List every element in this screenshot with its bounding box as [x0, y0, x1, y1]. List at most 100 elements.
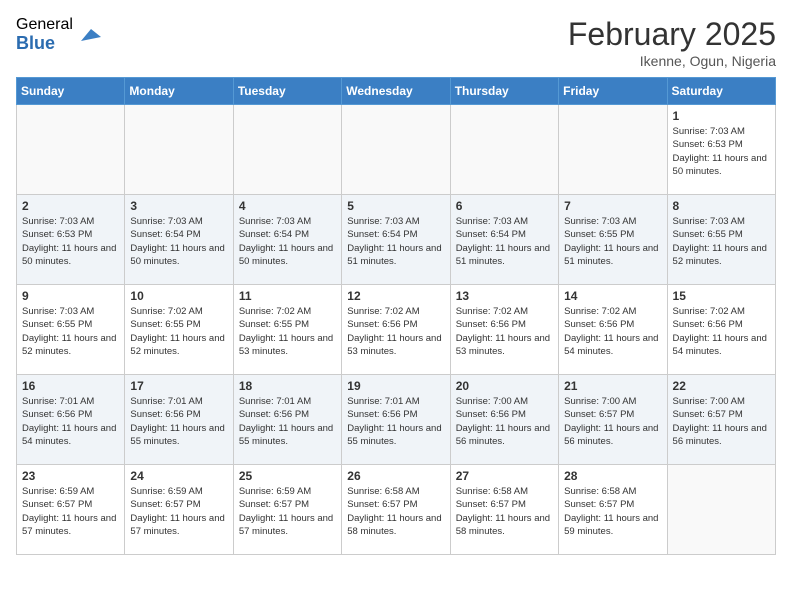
- day-number: 10: [130, 289, 227, 303]
- day-number: 26: [347, 469, 444, 483]
- day-number: 20: [456, 379, 553, 393]
- day-info: Sunrise: 7:02 AMSunset: 6:55 PMDaylight:…: [130, 305, 227, 358]
- day-number: 7: [564, 199, 661, 213]
- calendar-cell: 28 Sunrise: 6:58 AMSunset: 6:57 PMDayligh…: [559, 465, 667, 555]
- weekday-header-saturday: Saturday: [667, 78, 775, 105]
- day-info: Sunrise: 7:03 AMSunset: 6:55 PMDaylight:…: [673, 215, 770, 268]
- day-info: Sunrise: 7:03 AMSunset: 6:55 PMDaylight:…: [22, 305, 119, 358]
- calendar-cell: 23Sunrise: 6:59 AMSunset: 6:57 PMDayligh…: [17, 465, 125, 555]
- day-info: Sunrise: 6:59 AMSunset: 6:57 PMDaylight:…: [239, 485, 336, 538]
- calendar-week-row: 1 Sunrise: 7:03 AMSunset: 6:53 PMDaylight…: [17, 105, 776, 195]
- day-number: 23: [22, 469, 119, 483]
- calendar-cell: 13 Sunrise: 7:02 AMSunset: 6:56 PMDayligh…: [450, 285, 558, 375]
- day-number: 9: [22, 289, 119, 303]
- calendar-cell: 8 Sunrise: 7:03 AMSunset: 6:55 PMDaylight…: [667, 195, 775, 285]
- calendar-cell: 18 Sunrise: 7:01 AMSunset: 6:56 PMDayligh…: [233, 375, 341, 465]
- logo-text: General Blue: [16, 16, 73, 53]
- calendar-cell: 12Sunrise: 7:02 AMSunset: 6:56 PMDayligh…: [342, 285, 450, 375]
- calendar-cell: 3 Sunrise: 7:03 AMSunset: 6:54 PMDaylight…: [125, 195, 233, 285]
- day-info: Sunrise: 7:01 AMSunset: 6:56 PMDaylight:…: [130, 395, 227, 448]
- calendar-cell: 4 Sunrise: 7:03 AMSunset: 6:54 PMDaylight…: [233, 195, 341, 285]
- weekday-header-tuesday: Tuesday: [233, 78, 341, 105]
- day-number: 13: [456, 289, 553, 303]
- day-number: 12: [347, 289, 444, 303]
- calendar-week-row: 9 Sunrise: 7:03 AMSunset: 6:55 PMDaylight…: [17, 285, 776, 375]
- weekday-header-row: SundayMondayTuesdayWednesdayThursdayFrid…: [17, 78, 776, 105]
- weekday-header-wednesday: Wednesday: [342, 78, 450, 105]
- day-number: 8: [673, 199, 770, 213]
- day-info: Sunrise: 7:02 AMSunset: 6:55 PMDaylight:…: [239, 305, 336, 358]
- day-number: 5: [347, 199, 444, 213]
- day-number: 3: [130, 199, 227, 213]
- day-info: Sunrise: 6:59 AMSunset: 6:57 PMDaylight:…: [130, 485, 227, 538]
- calendar-cell: 10 Sunrise: 7:02 AMSunset: 6:55 PMDayligh…: [125, 285, 233, 375]
- day-info: Sunrise: 7:01 AMSunset: 6:56 PMDaylight:…: [239, 395, 336, 448]
- weekday-header-friday: Friday: [559, 78, 667, 105]
- calendar-cell: 2Sunrise: 7:03 AMSunset: 6:53 PMDaylight…: [17, 195, 125, 285]
- weekday-header-thursday: Thursday: [450, 78, 558, 105]
- day-info: Sunrise: 7:01 AMSunset: 6:56 PMDaylight:…: [347, 395, 444, 448]
- weekday-header-monday: Monday: [125, 78, 233, 105]
- calendar-cell: 1 Sunrise: 7:03 AMSunset: 6:53 PMDaylight…: [667, 105, 775, 195]
- calendar-cell: [342, 105, 450, 195]
- calendar-cell: 7 Sunrise: 7:03 AMSunset: 6:55 PMDaylight…: [559, 195, 667, 285]
- day-info: Sunrise: 6:58 AMSunset: 6:57 PMDaylight:…: [456, 485, 553, 538]
- day-number: 1: [673, 109, 770, 123]
- day-number: 14: [564, 289, 661, 303]
- logo: General Blue: [16, 16, 101, 53]
- calendar-cell: [233, 105, 341, 195]
- day-info: Sunrise: 7:00 AMSunset: 6:57 PMDaylight:…: [673, 395, 770, 448]
- day-number: 19: [347, 379, 444, 393]
- day-number: 17: [130, 379, 227, 393]
- calendar-cell: [667, 465, 775, 555]
- calendar-cell: [17, 105, 125, 195]
- day-info: Sunrise: 7:03 AMSunset: 6:53 PMDaylight:…: [22, 215, 119, 268]
- calendar-cell: 16Sunrise: 7:01 AMSunset: 6:56 PMDayligh…: [17, 375, 125, 465]
- calendar-week-row: 23 Sunrise: 6:59 AMSunset: 6:57 PMDayligh…: [17, 465, 776, 555]
- day-number: 11: [239, 289, 336, 303]
- day-number: 25: [239, 469, 336, 483]
- calendar-cell: 20 Sunrise: 7:00 AMSunset: 6:56 PMDayligh…: [450, 375, 558, 465]
- calendar-cell: 21 Sunrise: 7:00 AMSunset: 6:57 PMDayligh…: [559, 375, 667, 465]
- calendar-cell: 17 Sunrise: 7:01 AMSunset: 6:56 PMDayligh…: [125, 375, 233, 465]
- calendar-cell: [559, 105, 667, 195]
- calendar-cell: 27 Sunrise: 6:58 AMSunset: 6:57 PMDayligh…: [450, 465, 558, 555]
- calendar-cell: 9 Sunrise: 7:03 AMSunset: 6:55 PMDaylight…: [17, 285, 125, 375]
- day-info: Sunrise: 7:00 AMSunset: 6:57 PMDaylight:…: [564, 395, 661, 448]
- day-info: Sunrise: 7:03 AMSunset: 6:55 PMDaylight:…: [564, 215, 661, 268]
- day-info: Sunrise: 7:00 AMSunset: 6:56 PMDaylight:…: [456, 395, 553, 448]
- calendar-week-row: 2Sunrise: 7:03 AMSunset: 6:53 PMDaylight…: [17, 195, 776, 285]
- day-number: 21: [564, 379, 661, 393]
- calendar-cell: 25 Sunrise: 6:59 AMSunset: 6:57 PMDayligh…: [233, 465, 341, 555]
- day-number: 16: [22, 379, 119, 393]
- day-number: 6: [456, 199, 553, 213]
- calendar-cell: 6 Sunrise: 7:03 AMSunset: 6:54 PMDaylight…: [450, 195, 558, 285]
- day-number: 27: [456, 469, 553, 483]
- day-info: Sunrise: 7:03 AMSunset: 6:54 PMDaylight:…: [239, 215, 336, 268]
- day-info: Sunrise: 6:58 AMSunset: 6:57 PMDaylight:…: [564, 485, 661, 538]
- calendar-cell: 26 Sunrise: 6:58 AMSunset: 6:57 PMDayligh…: [342, 465, 450, 555]
- calendar-cell: [125, 105, 233, 195]
- day-number: 18: [239, 379, 336, 393]
- title-block: February 2025 Ikenne, Ogun, Nigeria: [568, 16, 776, 69]
- calendar-cell: 14 Sunrise: 7:02 AMSunset: 6:56 PMDayligh…: [559, 285, 667, 375]
- calendar-week-row: 16 Sunrise: 7:01 AMSunset: 6:56 PMDayligh…: [17, 375, 776, 465]
- calendar-cell: 22Sunrise: 7:00 AMSunset: 6:57 PMDayligh…: [667, 375, 775, 465]
- day-info: Sunrise: 6:58 AMSunset: 6:57 PMDaylight:…: [347, 485, 444, 538]
- logo-blue: Blue: [16, 34, 73, 54]
- calendar-cell: 19 Sunrise: 7:01 AMSunset: 6:56 PMDayligh…: [342, 375, 450, 465]
- day-number: 15: [673, 289, 770, 303]
- day-info: Sunrise: 7:02 AMSunset: 6:56 PMDaylight:…: [564, 305, 661, 358]
- calendar-cell: 24Sunrise: 6:59 AMSunset: 6:57 PMDayligh…: [125, 465, 233, 555]
- day-number: 4: [239, 199, 336, 213]
- calendar-cell: 11 Sunrise: 7:02 AMSunset: 6:55 PMDayligh…: [233, 285, 341, 375]
- day-info: Sunrise: 7:03 AMSunset: 6:54 PMDaylight:…: [456, 215, 553, 268]
- logo-icon: [77, 23, 101, 47]
- day-info: Sunrise: 7:03 AMSunset: 6:53 PMDaylight:…: [673, 125, 770, 178]
- weekday-header-sunday: Sunday: [17, 78, 125, 105]
- day-info: Sunrise: 7:02 AMSunset: 6:56 PMDaylight:…: [673, 305, 770, 358]
- day-number: 28: [564, 469, 661, 483]
- logo-general: General: [16, 16, 73, 34]
- day-info: Sunrise: 7:03 AMSunset: 6:54 PMDaylight:…: [130, 215, 227, 268]
- day-info: Sunrise: 7:02 AMSunset: 6:56 PMDaylight:…: [456, 305, 553, 358]
